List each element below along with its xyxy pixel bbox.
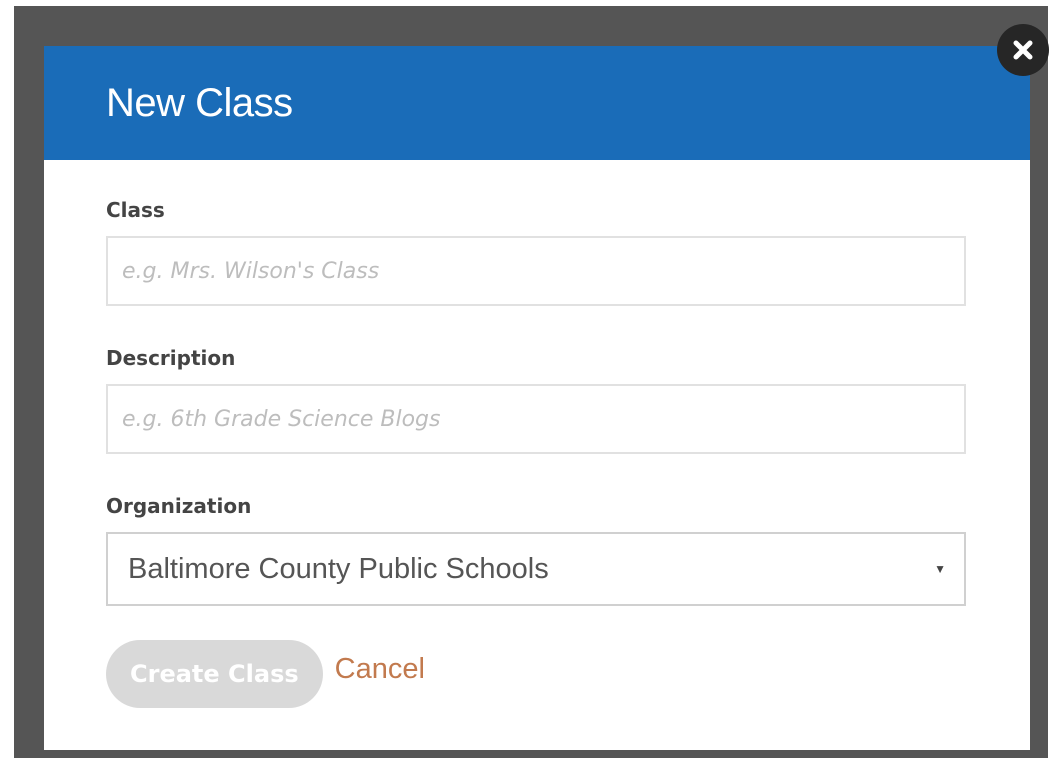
description-field: Description	[106, 346, 966, 454]
organization-select[interactable]: Baltimore County Public Schools ▼	[106, 532, 966, 606]
description-label: Description	[106, 346, 236, 370]
dialog-title: New Class	[106, 80, 293, 125]
description-input[interactable]	[106, 384, 966, 454]
organization-label: Organization	[106, 494, 252, 518]
dialog-header: New Class	[44, 46, 1030, 160]
dialog-body: Class Description Organization Baltimore…	[44, 160, 1030, 708]
caret-down-icon: ▼	[934, 562, 946, 576]
close-icon	[1013, 40, 1033, 60]
create-class-button[interactable]: Create Class	[106, 640, 323, 708]
close-button[interactable]	[997, 24, 1049, 76]
organization-selected-value: Baltimore County Public Schools	[128, 552, 549, 585]
organization-field: Organization Baltimore County Public Sch…	[106, 494, 966, 606]
class-label: Class	[106, 198, 165, 222]
class-field: Class	[106, 198, 966, 306]
dialog-actions: Create Class Cancel	[106, 640, 966, 708]
cancel-link[interactable]: Cancel	[335, 653, 425, 696]
class-input[interactable]	[106, 236, 966, 306]
new-class-dialog: New Class Class Description Organization…	[44, 46, 1030, 750]
